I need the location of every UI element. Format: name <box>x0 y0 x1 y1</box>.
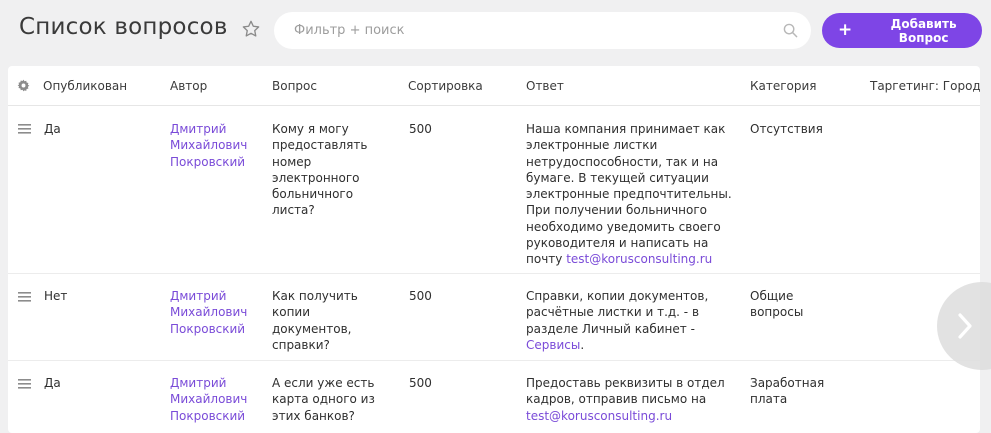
cell-sort: 500 <box>409 122 432 136</box>
author-line: Покровский <box>170 321 246 336</box>
question-line: документов, <box>272 321 352 336</box>
author-line: Дмитрий <box>170 376 227 390</box>
cell-question: Кому я могу предоставлять номер электрон… <box>272 121 367 219</box>
answer-line: кадров, отправив письмо на <box>526 392 707 407</box>
cell-answer: Предоставь реквизиты в отдел кадров, отп… <box>526 375 725 424</box>
chevron-right-icon <box>958 313 972 339</box>
question-line: Кому я могу <box>272 122 349 136</box>
questions-table: Опубликован Автор Вопрос Сортировка Отве… <box>8 66 980 433</box>
column-header-question[interactable]: Вопрос <box>272 79 317 93</box>
answer-line: почту test@korusconsulting.ru <box>526 251 732 267</box>
author-line: Дмитрий <box>170 289 227 303</box>
category-line: вопросы <box>750 305 804 320</box>
search-icon[interactable] <box>783 23 798 38</box>
question-line: листа? <box>272 203 315 218</box>
question-line: справки? <box>272 337 330 352</box>
star-icon[interactable] <box>241 19 261 39</box>
answer-line: разделе Личный кабинет - <box>526 321 695 336</box>
cell-question: А если уже есть карта одного из этих бан… <box>272 375 375 424</box>
row-divider <box>8 273 980 274</box>
column-header-published[interactable]: Опубликован <box>43 79 127 93</box>
answer-line: При получении больничного <box>526 203 707 218</box>
answer-line: руководителя и написать на <box>526 236 709 251</box>
cell-answer: Справки, копии документов, расчётные лис… <box>526 288 708 353</box>
drag-handle-icon[interactable] <box>18 124 31 134</box>
question-line: карта одного из <box>272 392 375 407</box>
email-link[interactable]: test@korusconsulting.ru <box>566 252 712 266</box>
cell-published: Нет <box>44 289 68 303</box>
answer-line: бумаге. В текущей ситуации <box>526 170 709 185</box>
question-line: электронного <box>272 170 360 185</box>
add-question-button[interactable]: + Добавить Вопрос <box>822 13 982 48</box>
question-line: Как получить <box>272 289 358 303</box>
question-line: копии <box>272 305 311 320</box>
cell-author[interactable]: Дмитрий Михайлович Покровский <box>170 288 247 337</box>
answer-line: нетрудоспособности, так и на <box>526 154 719 169</box>
answer-line: расчётные листки и т.д. - в <box>526 305 700 320</box>
services-link[interactable]: Сервисы <box>526 338 580 352</box>
column-header-author[interactable]: Автор <box>170 79 207 93</box>
category-line: Отсутствия <box>750 122 823 136</box>
cell-question: Как получить копии документов, справки? <box>272 288 358 353</box>
author-line: Дмитрий <box>170 122 227 136</box>
add-question-label: Добавить Вопрос <box>890 16 957 45</box>
author-line: Покровский <box>170 408 246 423</box>
row-divider <box>8 360 980 361</box>
answer-line: электронные предпочтительны. <box>526 187 732 202</box>
author-line: Михайлович <box>170 305 248 320</box>
cell-author[interactable]: Дмитрий Михайлович Покровский <box>170 121 247 170</box>
answer-line: электронные листки <box>526 138 658 153</box>
search-box <box>274 12 811 49</box>
gear-icon[interactable] <box>17 79 30 92</box>
search-input[interactable] <box>294 12 774 49</box>
author-line: Покровский <box>170 154 246 169</box>
question-line: А если уже есть <box>272 376 375 390</box>
question-line: номер <box>272 154 312 169</box>
page-title: Список вопросов <box>19 14 228 40</box>
drag-handle-icon[interactable] <box>18 379 31 389</box>
column-header-sort[interactable]: Сортировка <box>408 79 483 93</box>
category-line: Общие <box>750 289 794 303</box>
column-header-answer[interactable]: Ответ <box>526 79 564 93</box>
answer-line: Сервисы. <box>526 337 708 353</box>
category-line: плата <box>750 392 788 407</box>
question-line: предоставлять <box>272 138 368 153</box>
column-header-targeting[interactable]: Таргетинг: Город <box>870 79 980 93</box>
drag-handle-icon[interactable] <box>18 292 31 302</box>
answer-line: Справки, копии документов, <box>526 289 709 303</box>
question-line: больничного <box>272 187 354 202</box>
cell-published: Да <box>44 122 61 136</box>
answer-tail-text: почту <box>526 252 567 267</box>
cell-category: Заработная плата <box>750 375 824 408</box>
category-line: Заработная <box>750 376 825 390</box>
header-divider <box>8 105 980 106</box>
page-header: Список вопросов + Добавить Вопрос <box>0 0 991 62</box>
column-header-category[interactable]: Категория <box>750 79 817 93</box>
cell-category: Отсутствия <box>750 121 823 137</box>
cell-category: Общие вопросы <box>750 288 803 321</box>
answer-line: Наша компания принимает как <box>526 122 726 136</box>
answer-line: test@korusconsulting.ru <box>526 408 725 424</box>
cell-sort: 500 <box>409 289 432 303</box>
cell-answer: Наша компания принимает как электронные … <box>526 121 732 268</box>
answer-line: необходимо уведомить своего <box>526 219 721 234</box>
author-line: Михайлович <box>170 138 248 153</box>
answer-line: Предоставь реквизиты в отдел <box>526 376 725 390</box>
cell-sort: 500 <box>409 376 432 390</box>
question-line: этих банков? <box>272 408 355 423</box>
answer-tail-text: . <box>580 337 585 352</box>
email-link[interactable]: test@korusconsulting.ru <box>526 409 672 423</box>
plus-icon: + <box>838 20 853 40</box>
cell-published: Да <box>44 376 61 390</box>
author-line: Михайлович <box>170 392 248 407</box>
cell-author[interactable]: Дмитрий Михайлович Покровский <box>170 375 247 424</box>
